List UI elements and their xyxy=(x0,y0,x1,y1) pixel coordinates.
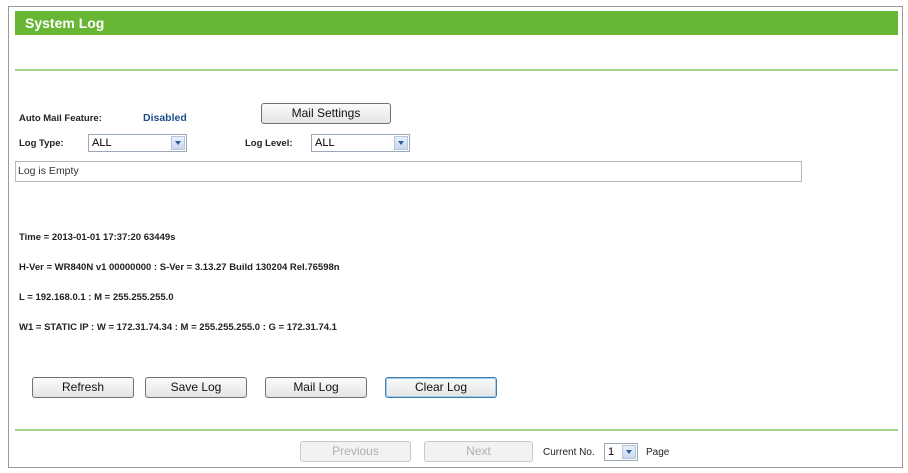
auto-mail-status: Disabled xyxy=(143,112,187,124)
refresh-button[interactable]: Refresh xyxy=(32,377,134,398)
footer-divider xyxy=(15,429,898,431)
current-no-label: Current No. xyxy=(543,447,595,458)
info-version: H-Ver = WR840N v1 00000000 : S-Ver = 3.1… xyxy=(19,262,340,273)
log-level-value: ALL xyxy=(315,137,335,149)
current-page-select[interactable]: 1 xyxy=(604,443,638,461)
mail-log-button[interactable]: Mail Log xyxy=(265,377,367,398)
log-level-label: Log Level: xyxy=(245,138,293,149)
current-page-value: 1 xyxy=(608,446,615,458)
info-lan: L = 192.168.0.1 : M = 255.255.255.0 xyxy=(19,292,174,303)
clear-log-button[interactable]: Clear Log xyxy=(385,377,497,398)
log-type-value: ALL xyxy=(92,137,112,149)
log-type-select[interactable]: ALL xyxy=(88,134,187,152)
log-level-select[interactable]: ALL xyxy=(311,134,410,152)
save-log-button[interactable]: Save Log xyxy=(145,377,247,398)
info-time: Time = 2013-01-01 17:37:20 63449s xyxy=(19,232,176,243)
previous-button[interactable]: Previous xyxy=(300,441,411,462)
auto-mail-label: Auto Mail Feature: xyxy=(19,113,102,124)
chevron-down-icon xyxy=(171,136,185,150)
page-title: System Log xyxy=(15,11,898,35)
mail-settings-button[interactable]: Mail Settings xyxy=(261,103,391,124)
chevron-down-icon xyxy=(394,136,408,150)
header-divider xyxy=(15,69,898,71)
log-content-box: Log is Empty xyxy=(15,161,802,182)
log-type-label: Log Type: xyxy=(19,138,64,149)
chevron-down-icon xyxy=(622,445,636,459)
next-button[interactable]: Next xyxy=(424,441,533,462)
system-log-panel: System Log Auto Mail Feature: Disabled M… xyxy=(8,6,903,468)
info-wan: W1 = STATIC IP : W = 172.31.74.34 : M = … xyxy=(19,322,337,333)
page-label: Page xyxy=(646,447,670,458)
